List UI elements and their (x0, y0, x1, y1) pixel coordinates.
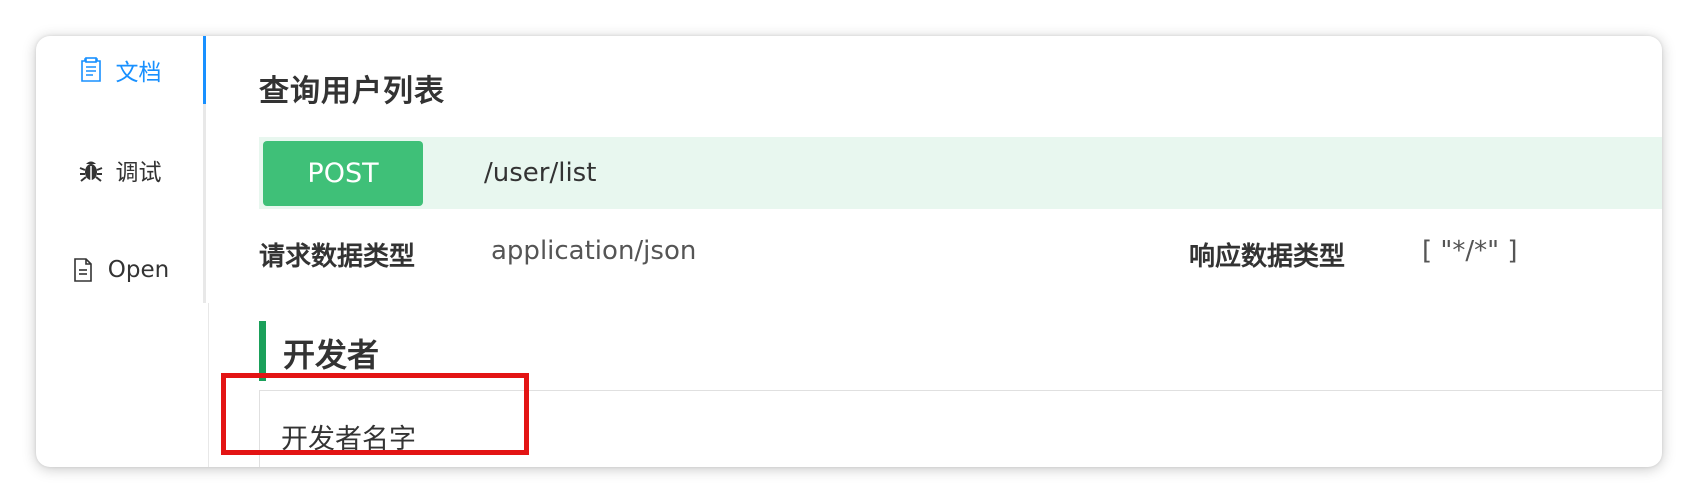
response-type-value: [ "*/*" ] (1422, 236, 1518, 266)
response-type-label: 响应数据类型 (1189, 242, 1346, 272)
sidebar-item-debug[interactable]: 调试 (36, 150, 203, 190)
main-content: 查询用户列表 POST /user/list 请求数据类型 applicatio… (259, 36, 1662, 467)
sidebar: 文档 调试 Open (36, 36, 209, 467)
http-method-badge[interactable]: POST (263, 141, 423, 206)
sidebar-item-open[interactable]: Open (36, 250, 203, 290)
sidebar-item-label: Open (107, 257, 170, 283)
sidebar-item-label: 文档 (115, 60, 162, 86)
section-title: 开发者 (283, 336, 380, 374)
endpoint-path: /user/list (484, 158, 597, 188)
request-type-label: 请求数据类型 (259, 242, 416, 272)
api-doc-window: 文档 调试 Open 查询用户列表 POST /user/list 请求数据类型… (36, 36, 1662, 467)
document-icon (78, 57, 104, 83)
section-accent-bar (259, 321, 266, 381)
sidebar-divider (208, 303, 209, 467)
bug-icon (78, 157, 104, 183)
sidebar-item-docs[interactable]: 文档 (36, 50, 203, 90)
sidebar-active-indicator (203, 36, 206, 104)
endpoint-bar: POST /user/list (259, 137, 1662, 209)
developer-name-label: 开发者名字 (281, 424, 416, 455)
page-title: 查询用户列表 (259, 74, 445, 109)
request-type-value: application/json (491, 236, 697, 266)
sidebar-item-label: 调试 (115, 160, 162, 186)
file-icon (70, 257, 96, 283)
developer-field-box: 开发者名字 (259, 390, 1662, 467)
